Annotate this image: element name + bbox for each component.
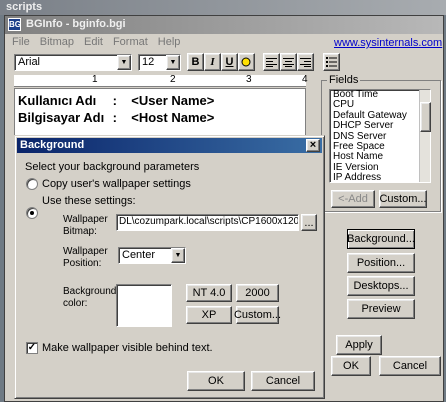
position-button[interactable]: Position... xyxy=(347,253,415,273)
background-color-label: Background color: xyxy=(63,286,117,309)
close-icon[interactable]: × xyxy=(306,139,320,152)
background-button[interactable]: Background... xyxy=(347,229,415,249)
fields-list[interactable]: Boot Time CPU Default Gateway DHCP Serve… xyxy=(329,89,431,183)
bullet-list-icon[interactable] xyxy=(323,53,340,71)
menu-bitmap[interactable]: Bitmap xyxy=(35,36,79,51)
menu-format[interactable]: Format xyxy=(108,36,153,51)
radio-copy-wallpaper[interactable] xyxy=(26,178,38,190)
win2000-button[interactable]: 2000 xyxy=(236,284,279,302)
dialog-ok-button[interactable]: OK xyxy=(187,371,245,391)
editor-line-host: Bilgisayar Adı : <Host Name> xyxy=(18,110,215,125)
wallpaper-bitmap-field[interactable]: DL\cozumpark.local\scripts\CP1600x1200-2… xyxy=(116,214,299,231)
preview-button[interactable]: Preview xyxy=(347,299,415,319)
list-item[interactable]: IP Address xyxy=(330,172,430,182)
main-ok-button[interactable]: OK xyxy=(331,356,371,376)
chevron-down-icon[interactable]: ▼ xyxy=(117,55,131,70)
main-cancel-button[interactable]: Cancel xyxy=(379,356,441,376)
apply-button[interactable]: Apply xyxy=(336,335,382,355)
wallpaper-position-label: Wallpaper Position: xyxy=(63,246,108,269)
radio-use-settings[interactable] xyxy=(26,207,38,219)
align-center-icon[interactable] xyxy=(280,53,297,71)
ruler-mark-1: 1 xyxy=(92,74,98,85)
editor-line-user: Kullanıcı Adı : <User Name> xyxy=(18,93,215,108)
menu-bar: File Bitmap Edit Format Help xyxy=(7,36,185,51)
menu-help[interactable]: Help xyxy=(153,36,186,51)
radio-use-label[interactable]: Use these settings: xyxy=(42,195,136,207)
chevron-down-icon[interactable]: ▼ xyxy=(171,248,185,263)
dialog-intro: Select your background parameters xyxy=(25,161,200,173)
fields-scrollbar[interactable] xyxy=(419,90,431,182)
make-visible-label[interactable]: Make wallpaper visible behind text. xyxy=(42,342,213,354)
wallpaper-bitmap-label: Wallpaper Bitmap: xyxy=(63,214,108,237)
desktops-button[interactable]: Desktops... xyxy=(347,276,415,296)
dialog-title: Background xyxy=(20,139,85,151)
background-dialog: Background × Select your background para… xyxy=(14,135,325,399)
italic-button[interactable]: I xyxy=(204,53,221,71)
align-right-icon[interactable] xyxy=(297,53,314,71)
outer-window-title: scripts xyxy=(6,1,43,13)
dialog-titlebar: Background × xyxy=(17,138,322,153)
ruler: 1 2 3 4 xyxy=(14,74,308,87)
dialog-cancel-button[interactable]: Cancel xyxy=(251,371,315,391)
custom-color-button[interactable]: Custom... xyxy=(234,306,281,324)
bold-button[interactable]: B xyxy=(187,53,204,71)
bginfo-titlebar: BG BGInfo - bginfo.bgi xyxy=(5,16,443,34)
browse-button[interactable]: ... xyxy=(301,214,317,231)
ruler-mark-4: 4 xyxy=(302,74,308,85)
scrollbar-thumb[interactable] xyxy=(420,102,431,132)
align-left-icon[interactable] xyxy=(263,53,280,71)
fields-label: Fields xyxy=(327,74,361,86)
menu-edit[interactable]: Edit xyxy=(79,36,108,51)
underline-button[interactable]: U xyxy=(221,53,238,71)
nt40-button[interactable]: NT 4.0 xyxy=(186,284,232,302)
font-size-select[interactable]: 12 ▼ xyxy=(138,54,181,71)
bginfo-app-icon: BG xyxy=(8,18,21,31)
bginfo-title: BGInfo - bginfo.bgi xyxy=(26,18,126,30)
add-field-button[interactable]: <-Add xyxy=(331,190,375,208)
ruler-mark-3: 3 xyxy=(246,74,252,85)
outer-window-titlebar: scripts xyxy=(0,0,446,15)
radio-copy-label[interactable]: Copy user's wallpaper settings xyxy=(42,178,191,190)
xp-button[interactable]: XP xyxy=(186,306,232,324)
sysinternals-link[interactable]: www.sysinternals.com xyxy=(334,37,442,49)
wallpaper-position-select[interactable]: Center ▼ xyxy=(118,247,186,264)
custom-field-button[interactable]: Custom... xyxy=(379,190,427,208)
background-color-swatch[interactable] xyxy=(116,284,172,327)
font-name-select[interactable]: Arial ▼ xyxy=(14,54,132,71)
ruler-mark-2: 2 xyxy=(170,74,176,85)
menu-file[interactable]: File xyxy=(7,36,35,51)
highlight-icon[interactable] xyxy=(238,53,255,71)
make-visible-checkbox[interactable]: ✓ xyxy=(26,342,38,354)
chevron-down-icon[interactable]: ▼ xyxy=(166,55,180,70)
